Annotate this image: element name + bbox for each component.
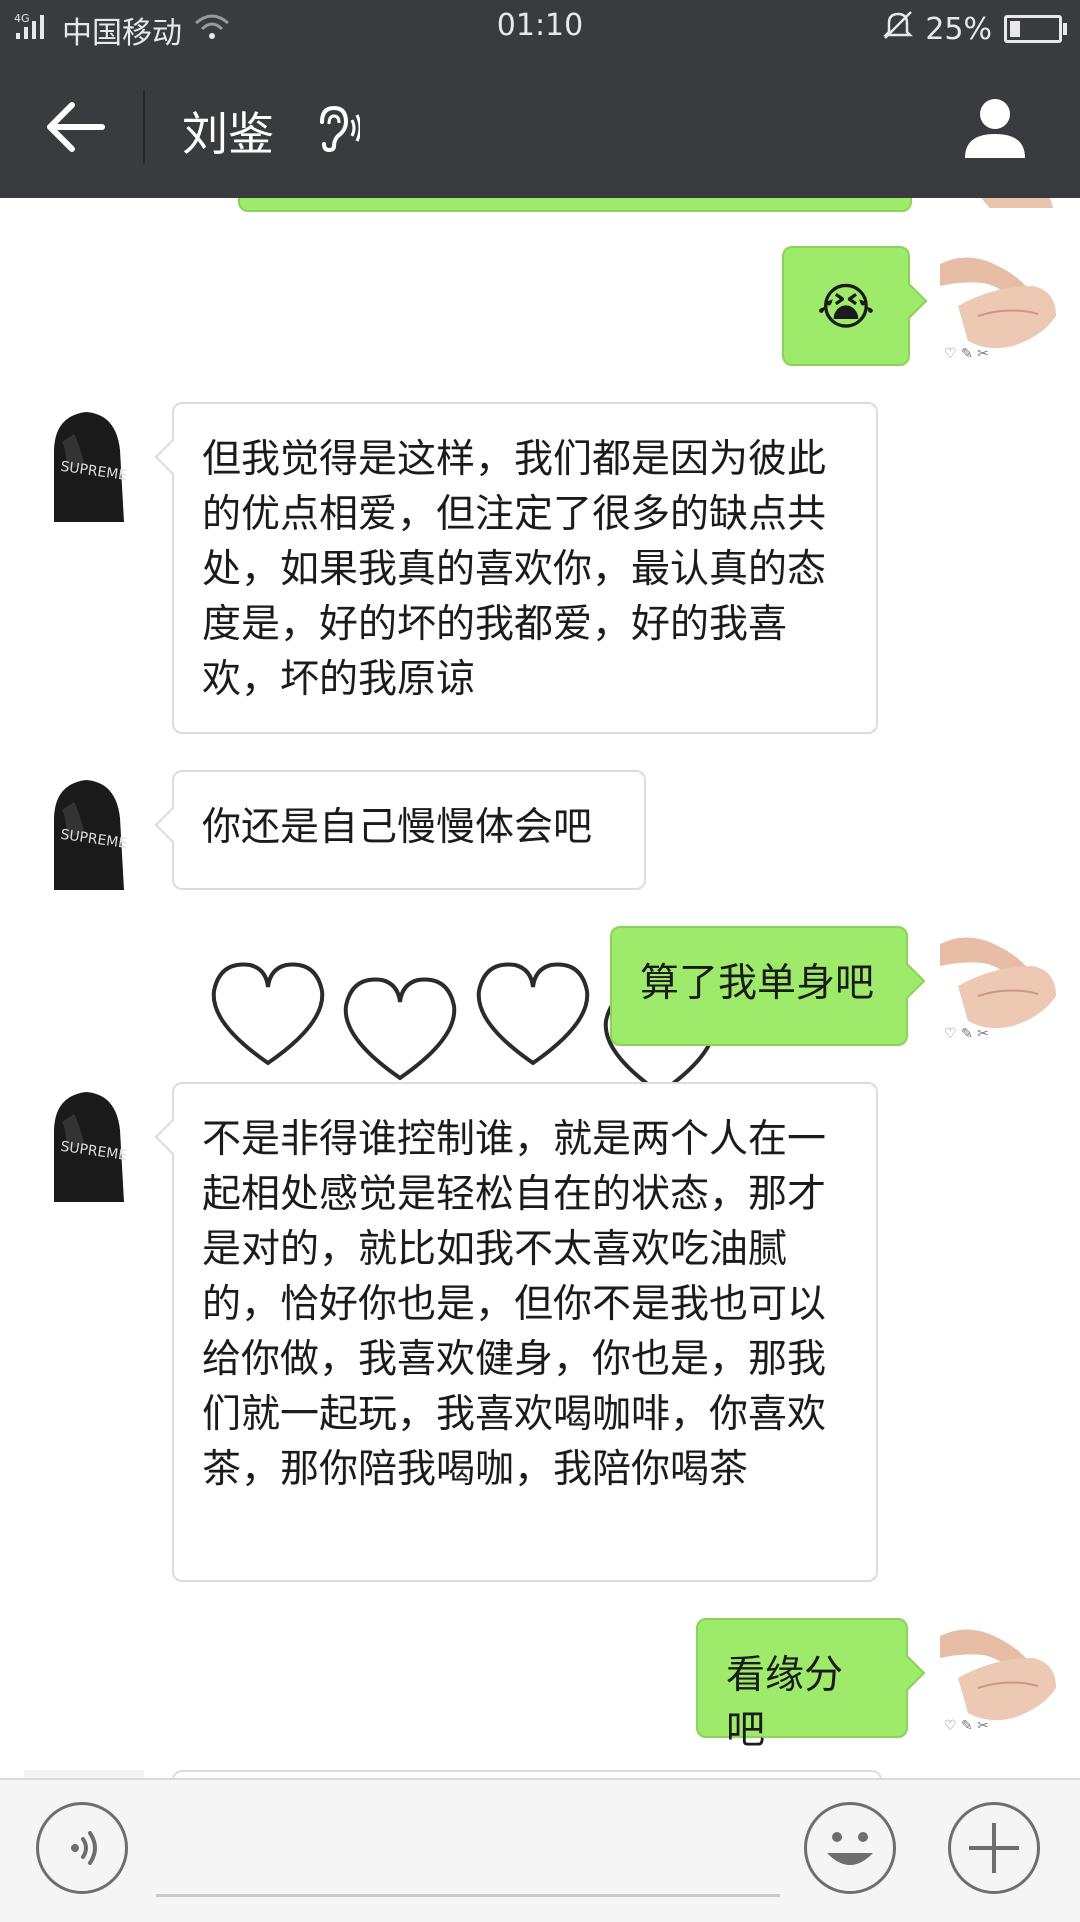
text-input[interactable] <box>156 1894 780 1897</box>
message-bubble-partial <box>238 198 912 212</box>
smiley-icon <box>827 1832 873 1865</box>
back-arrow-icon[interactable] <box>42 92 112 162</box>
message-text: 不是非得谁控制谁，就是两个人在一起相处感觉是轻松自在的状态，那才是对的，就比如我… <box>202 1117 827 1492</box>
input-bar <box>0 1778 1080 1922</box>
message-text: 算了我单身吧 <box>640 961 875 1006</box>
svg-text:♡ ✎ ✂: ♡ ✎ ✂ <box>944 1718 989 1734</box>
profile-icon[interactable] <box>960 92 1030 162</box>
more-button[interactable] <box>948 1802 1040 1894</box>
battery-icon <box>1004 15 1067 43</box>
avatar[interactable]: ♡ ✎ ✂ <box>938 1618 1058 1738</box>
plus-icon <box>969 1823 1019 1873</box>
bell-muted-icon <box>881 8 915 50</box>
message-bubble-incoming[interactable]: 你还是自己慢慢体会吧 <box>172 770 646 890</box>
message-bubble-outgoing[interactable]: 看缘分吧 <box>696 1618 908 1753</box>
status-bar: 4G 中国移动 01:10 25% <box>0 0 1080 54</box>
voice-icon <box>71 1831 97 1865</box>
ear-icon <box>312 102 362 154</box>
message-bubble-outgoing[interactable]: 😭 <box>782 246 910 366</box>
message-bubble-outgoing[interactable]: 算了我单身吧 <box>610 926 908 1046</box>
emoji-button[interactable] <box>804 1802 896 1894</box>
avatar[interactable]: SUPREME <box>24 402 144 522</box>
carrier-name: 中国移动 <box>62 16 182 51</box>
message-bubble-partial <box>172 1770 882 1778</box>
crying-emoji-icon: 😭 <box>816 278 876 336</box>
wifi-icon <box>192 11 232 49</box>
message-text: 但我觉得是这样，我们都是因为彼此的优点相爱，但注定了很多的缺点共处，如果我真的喜… <box>202 437 827 702</box>
avatar[interactable]: SUPREME <box>24 1082 144 1202</box>
chat-title: 刘鉴 <box>182 107 274 161</box>
chat-header: 刘鉴 <box>0 54 1080 198</box>
chat-area[interactable]: 😭 ♡ ✎ ✂ SUPREME 但我觉得是这样，我们都是因为彼此的优点相爱，但注… <box>0 198 1080 1778</box>
message-text: 你还是自己慢慢体会吧 <box>202 805 593 850</box>
avatar[interactable]: ♡ ✎ ✂ <box>938 926 1058 1046</box>
voice-input-button[interactable] <box>36 1802 128 1894</box>
message-text: 看缘分吧 <box>726 1653 844 1753</box>
avatar[interactable]: SUPREME <box>24 770 144 890</box>
header-divider <box>143 90 145 164</box>
svg-text:♡ ✎ ✂: ♡ ✎ ✂ <box>944 1026 989 1042</box>
message-bubble-incoming[interactable]: 但我觉得是这样，我们都是因为彼此的优点相爱，但注定了很多的缺点共处，如果我真的喜… <box>172 402 878 734</box>
avatar-partial <box>24 1770 144 1778</box>
signal-icon: 4G <box>14 11 54 49</box>
message-bubble-incoming[interactable]: 不是非得谁控制谁，就是两个人在一起相处感觉是轻松自在的状态，那才是对的，就比如我… <box>172 1082 878 1582</box>
network-type: 4G <box>14 12 30 25</box>
svg-text:♡ ✎ ✂: ♡ ✎ ✂ <box>944 346 989 362</box>
battery-percentage: 25% <box>925 11 992 47</box>
avatar[interactable] <box>938 198 1058 208</box>
avatar[interactable]: ♡ ✎ ✂ <box>938 246 1058 366</box>
